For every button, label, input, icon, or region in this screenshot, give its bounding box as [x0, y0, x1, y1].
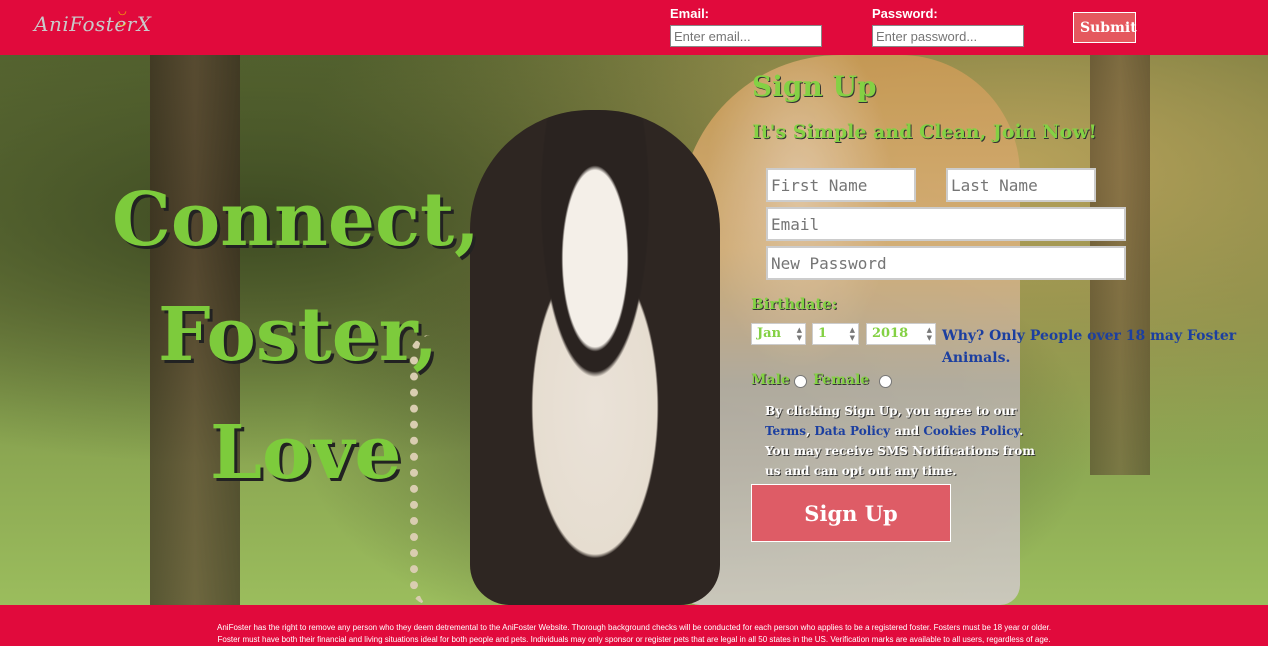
slogan-line-love: Love — [210, 410, 402, 496]
top-navbar: AniFosterX ◡ ◡ Email: Password: Submit — [0, 0, 1268, 55]
and-text: and — [894, 424, 920, 438]
email-label: Email: — [670, 6, 710, 21]
age-requirement-link[interactable]: Why? Only People over 18 may Foster Anim… — [942, 325, 1262, 369]
signup-subtitle: It's Simple and Clean, Join Now! — [752, 121, 1097, 143]
terms-notice: By clicking Sign Up, you agree to our Te… — [765, 404, 1035, 478]
footer-disclaimer-line1: AniFoster has the right to remove any pe… — [217, 623, 1051, 632]
stepper-arrows-icon: ▲ ▼ — [849, 325, 855, 342]
first-name-input[interactable] — [766, 168, 916, 202]
birthdate-label: Birthdate: — [751, 295, 838, 313]
slogan-line-foster: Foster, — [158, 292, 439, 378]
footer-disclaimer-line2: Foster must have both their financial an… — [217, 635, 1051, 644]
data-policy-link[interactable]: Data Policy — [814, 424, 890, 438]
female-label: Female — [813, 372, 870, 388]
last-name-input[interactable] — [946, 168, 1096, 202]
terms-link[interactable]: Terms — [765, 424, 806, 438]
signup-button[interactable]: Sign Up — [751, 484, 951, 542]
signup-email-input[interactable] — [766, 207, 1126, 241]
new-password-input[interactable] — [766, 246, 1126, 280]
terms-suffix: You may receive SMS Notifications from u… — [765, 444, 1035, 478]
footer: AniFoster has the right to remove any pe… — [0, 605, 1268, 646]
password-label: Password: — [872, 6, 938, 21]
birth-year-value: 2018 — [872, 326, 909, 341]
birth-year-select[interactable]: 2018 ▲ ▼ — [866, 323, 936, 345]
stepper-arrows-icon: ▲ ▼ — [926, 325, 932, 342]
cookies-policy-link[interactable]: Cookies Policy — [923, 424, 1019, 438]
login-submit-button[interactable]: Submit — [1073, 12, 1137, 43]
slogan-line-connect: Connect, — [112, 177, 480, 263]
anifoster-logo[interactable]: AniFosterX ◡ ◡ — [34, 6, 151, 36]
signup-title: Sign Up — [752, 70, 877, 103]
birth-month-select[interactable]: Jan ▲ ▼ — [751, 323, 806, 345]
birth-month-value: Jan — [757, 326, 782, 341]
birth-day-value: 1 — [818, 326, 828, 341]
terms-prefix: By clicking Sign Up, you agree to our — [765, 404, 1017, 418]
login-email-input[interactable] — [670, 25, 822, 47]
birth-day-select[interactable]: 1 ▲ ▼ — [812, 323, 859, 345]
stepper-arrows-icon: ▲ ▼ — [796, 325, 802, 342]
female-radio[interactable] — [879, 375, 892, 388]
puppy-photo — [470, 110, 720, 605]
male-label: Male — [751, 372, 790, 388]
male-radio[interactable] — [794, 375, 807, 388]
cat-eyes-icon: ◡ ◡ — [118, 6, 145, 28]
login-password-input[interactable] — [872, 25, 1024, 47]
